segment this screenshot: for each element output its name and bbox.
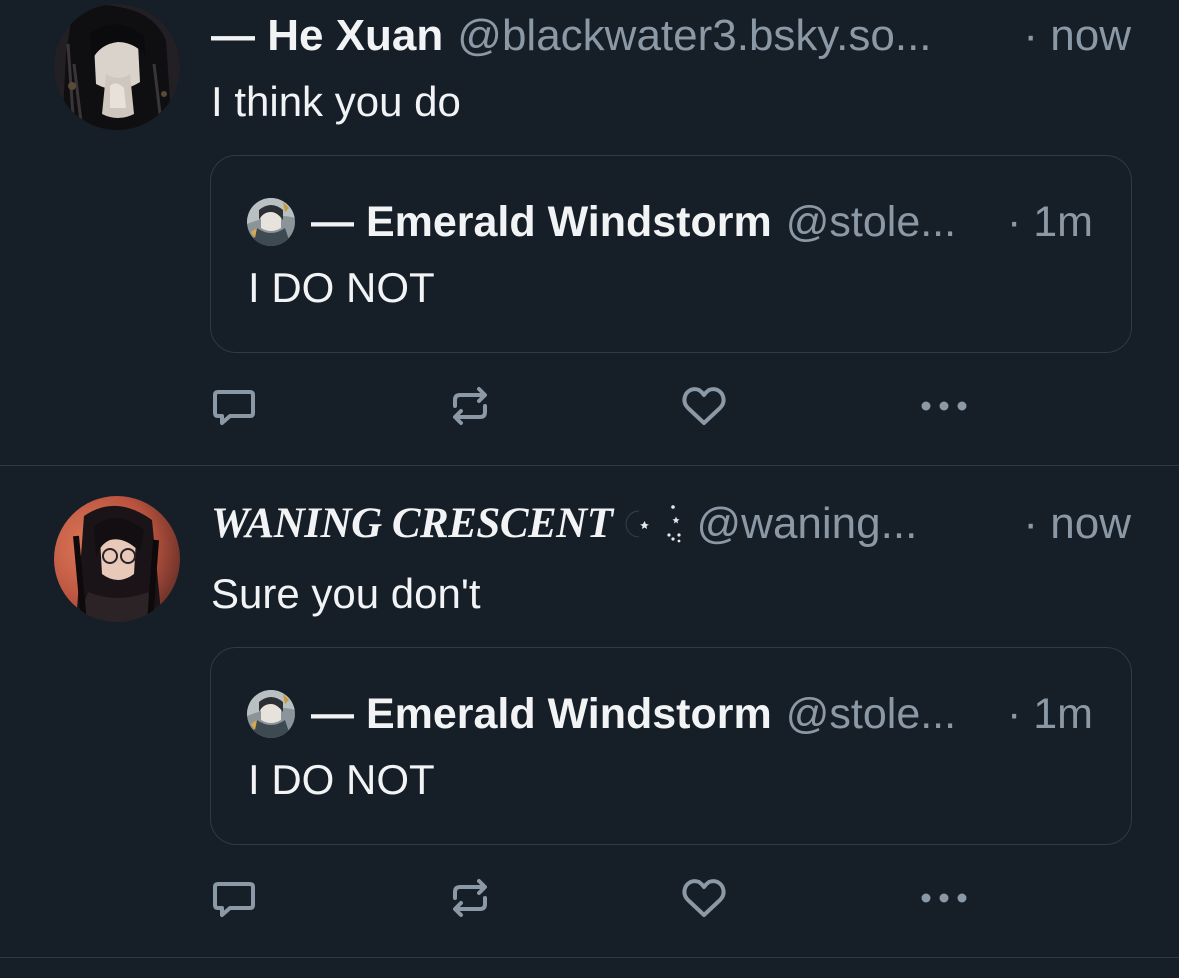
post-header: — He Xuan @blackwater3.bsky.so... · now: [211, 6, 1131, 66]
quoted-author-display-name[interactable]: — Emerald Windstorm: [311, 194, 772, 250]
post-actions: [0, 376, 1179, 436]
post-text: Sure you don't: [211, 570, 481, 617]
more-options-button[interactable]: [914, 868, 974, 928]
repost-icon: [453, 879, 487, 917]
quoted-author-handle[interactable]: @stole...: [786, 194, 997, 250]
like-icon: [682, 879, 726, 917]
reply-icon: [213, 882, 255, 917]
quoted-post-timestamp[interactable]: · 1m: [1007, 686, 1093, 742]
like-button[interactable]: [674, 376, 734, 436]
author-handle[interactable]: @waning...: [697, 494, 1014, 554]
quoted-post-text: I DO NOT: [248, 756, 435, 803]
repost-button[interactable]: [440, 868, 500, 928]
quoted-post-header: — Emerald Windstorm @stole... · 1m: [311, 194, 1093, 250]
author-avatar[interactable]: [54, 496, 180, 622]
quoted-author-avatar[interactable]: [247, 690, 295, 738]
quoted-post[interactable]: — Emerald Windstorm @stole... · 1m I DO …: [210, 155, 1132, 353]
author-handle[interactable]: @blackwater3.bsky.so...: [457, 6, 1013, 66]
quoted-author-handle[interactable]: @stole...: [786, 686, 997, 742]
post-timestamp[interactable]: · now: [1023, 494, 1131, 554]
post-actions: [0, 868, 1179, 928]
crescent-star-decoration-icon: [625, 505, 681, 543]
like-button[interactable]: [674, 868, 734, 928]
avatar-emerald-windstorm-icon: [247, 198, 295, 246]
quoted-post[interactable]: — Emerald Windstorm @stole... · 1m I DO …: [210, 647, 1132, 845]
feed-post[interactable]: WANING CRESCENT ☪ ⁘ @waning... · now Sur…: [0, 466, 1179, 958]
like-icon: [682, 387, 726, 425]
avatar-emerald-windstorm-icon: [247, 690, 295, 738]
author-display-name[interactable]: WANING CRESCENT: [211, 494, 613, 554]
avatar-waning-crescent-icon: [54, 496, 180, 622]
author-avatar[interactable]: [54, 4, 180, 130]
quoted-author-display-name[interactable]: — Emerald Windstorm: [311, 686, 772, 742]
reply-icon: [213, 390, 255, 425]
reply-button[interactable]: [204, 376, 264, 436]
more-icon: [921, 401, 967, 411]
more-icon: [921, 893, 967, 903]
post-text: I think you do: [211, 78, 461, 125]
more-options-button[interactable]: [914, 376, 974, 436]
post-timestamp[interactable]: · now: [1023, 6, 1131, 66]
post-header: WANING CRESCENT ☪ ⁘ @waning... · now: [211, 494, 1131, 554]
avatar-he-xuan-icon: [54, 4, 180, 130]
quoted-author-avatar[interactable]: [247, 198, 295, 246]
feed-post[interactable]: — He Xuan @blackwater3.bsky.so... · now …: [0, 0, 1179, 466]
repost-icon: [453, 387, 487, 425]
author-display-name[interactable]: — He Xuan: [211, 6, 443, 66]
name-decoration: ☪ ⁘: [621, 499, 687, 549]
quoted-post-header: — Emerald Windstorm @stole... · 1m: [311, 686, 1093, 742]
reply-button[interactable]: [204, 868, 264, 928]
repost-button[interactable]: [440, 376, 500, 436]
quoted-post-timestamp[interactable]: · 1m: [1007, 194, 1093, 250]
quoted-post-text: I DO NOT: [248, 264, 435, 311]
